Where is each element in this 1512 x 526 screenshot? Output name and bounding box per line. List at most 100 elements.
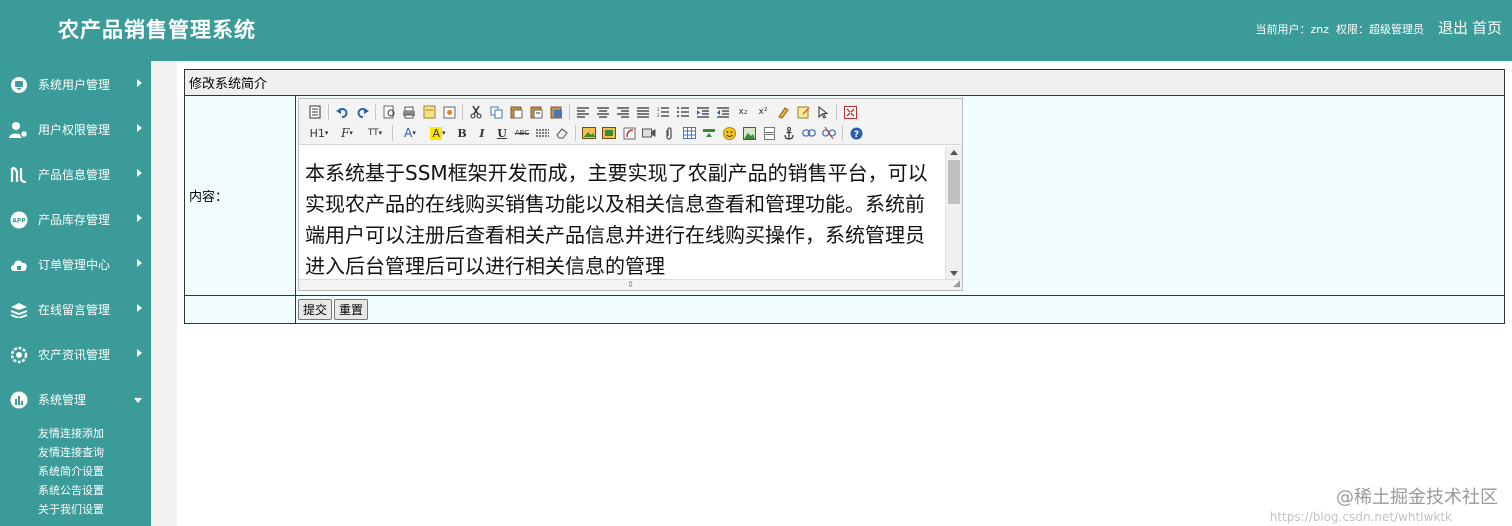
align-justify-icon[interactable] [633,103,653,121]
sidebar-item-messages[interactable]: 在线留言管理 [0,287,151,332]
eraser-icon[interactable] [552,124,572,142]
paste-icon[interactable] [506,103,526,121]
toolbar-separator [392,125,393,141]
sidebar-item-product-info[interactable]: 产品信息管理 [0,152,151,197]
highlight-label: A [430,126,442,140]
preview-icon[interactable] [379,103,399,121]
help-icon[interactable]: ? [846,124,866,142]
font-family-dropdown[interactable]: F ▾ [333,124,361,142]
table-icon[interactable] [679,124,699,142]
emoticon-icon[interactable] [719,124,739,142]
horizontal-rule-icon[interactable] [699,124,719,142]
system-submenu: 友情连接添加 友情连接查询 系统简介设置 系统公告设置 关于我们设置 [0,424,151,519]
link-icon[interactable] [799,124,819,142]
unlink-icon[interactable] [819,124,839,142]
template-icon[interactable] [419,103,439,121]
align-center-icon[interactable] [593,103,613,121]
italic-button[interactable]: I [472,124,492,142]
anchor-icon[interactable] [779,124,799,142]
top-header: 农产品销售管理系统 当前用户：znz 权限：超级管理员 退出 首页 [0,0,1512,61]
reset-button[interactable]: 重置 [334,299,369,320]
ordered-list-icon[interactable]: 12 [653,103,673,121]
redo-icon[interactable] [352,103,372,121]
editor-scrollbar[interactable] [945,146,962,280]
cut-icon[interactable] [466,103,486,121]
submenu-link-add[interactable]: 友情连接添加 [38,424,151,443]
buttons-label-cell [184,295,296,324]
source-icon[interactable] [305,103,325,121]
watermark: @稀土掘金技术社区 [1336,487,1498,508]
sidebar-item-news[interactable]: 农产资讯管理 [0,332,151,377]
attachment-icon[interactable] [659,124,679,142]
bold-button[interactable]: B [452,124,472,142]
svg-text:2: 2 [657,113,660,118]
sidebar-item-orders[interactable]: 订单管理中心 [0,242,151,287]
chevron-down-icon [134,398,142,403]
editor-content[interactable]: 本系统基于SSM框架开发而成，主要实现了农副产品的销售平台，可以实现农产品的在线… [299,146,946,280]
insert-flash-icon[interactable] [619,124,639,142]
submenu-link-query[interactable]: 友情连接查询 [38,443,151,462]
undo-icon[interactable] [332,103,352,121]
scroll-down-icon[interactable] [950,271,958,276]
font-size-label: TT [367,128,379,138]
print-icon[interactable] [399,103,419,121]
page-break-icon[interactable] [759,124,779,142]
rich-text-editor: 12 x₂ x² H1 ▾ F ▾ TT ▾ A ▾ A ▾ B I U ABC… [298,98,963,291]
subscript-icon[interactable]: x₂ [733,103,753,121]
buttons-cell: 提交 重置 [295,295,1505,324]
sidebar-item-user-management[interactable]: 系统用户管理 [0,62,151,107]
sidebar-item-label: 农产资讯管理 [38,348,111,362]
code-icon[interactable] [439,103,459,121]
unordered-list-icon[interactable] [673,103,693,121]
font-size-dropdown[interactable]: TT ▾ [361,124,389,142]
scroll-up-icon[interactable] [950,150,958,155]
insert-media-icon[interactable] [599,124,619,142]
insert-image-icon[interactable] [579,124,599,142]
logout-link[interactable]: 退出 [1438,19,1468,37]
underline-button[interactable]: U [492,124,512,142]
highlight-color-dropdown[interactable]: A ▾ [424,124,452,142]
chevron-right-icon [137,214,142,222]
home-link[interactable]: 首页 [1472,19,1502,37]
select-all-icon[interactable] [793,103,813,121]
svg-text:?: ? [853,130,858,140]
toolbar-row-1: 12 x₂ x² [305,102,956,122]
align-right-icon[interactable] [613,103,633,121]
resize-corner-icon[interactable]: ◢ [953,280,960,289]
insert-video-icon[interactable] [639,124,659,142]
cloud-icon [9,255,29,275]
heading-dropdown[interactable]: H1 ▾ [305,124,333,142]
sidebar-item-label: 用户权限管理 [38,123,111,137]
line-height-icon[interactable] [532,124,552,142]
svg-text:1: 1 [657,107,660,112]
sidebar-item-permission[interactable]: 用户权限管理 [0,107,151,152]
sidebar-item-label: 订单管理中心 [38,258,111,272]
submenu-notice[interactable]: 系统公告设置 [38,481,151,500]
submenu-about[interactable]: 关于我们设置 [38,500,151,519]
strikethrough-button[interactable]: ABC [512,124,532,142]
scroll-thumb[interactable] [948,160,960,204]
paste-word-icon[interactable] [546,103,566,121]
align-left-icon[interactable] [573,103,593,121]
editor-resize-bar[interactable]: ⇕ ◢ [299,279,962,290]
image-icon[interactable] [739,124,759,142]
toolbar-separator [575,125,576,141]
clear-format-icon[interactable] [773,103,793,121]
submenu-system-intro[interactable]: 系统简介设置 [38,462,151,481]
cursor-icon[interactable] [813,103,833,121]
sidebar-item-label: 产品库存管理 [38,213,111,227]
current-user-label: 当前用户： [1255,23,1311,36]
font-color-dropdown[interactable]: A ▾ [396,124,424,142]
copy-icon[interactable] [486,103,506,121]
outdent-icon[interactable] [713,103,733,121]
superscript-icon[interactable]: x² [753,103,773,121]
fullscreen-icon[interactable] [840,103,860,121]
indent-icon[interactable] [693,103,713,121]
paste-text-icon[interactable] [526,103,546,121]
app-title: 农产品销售管理系统 [58,18,256,42]
sidebar-item-label: 系统管理 [38,393,87,407]
sidebar-item-inventory[interactable]: APP 产品库存管理 [0,197,151,242]
sidebar-item-system[interactable]: 系统管理 [0,377,151,422]
toolbar-row-2: H1 ▾ F ▾ TT ▾ A ▾ A ▾ B I U ABC ? [305,123,956,143]
submit-button[interactable]: 提交 [298,299,333,320]
